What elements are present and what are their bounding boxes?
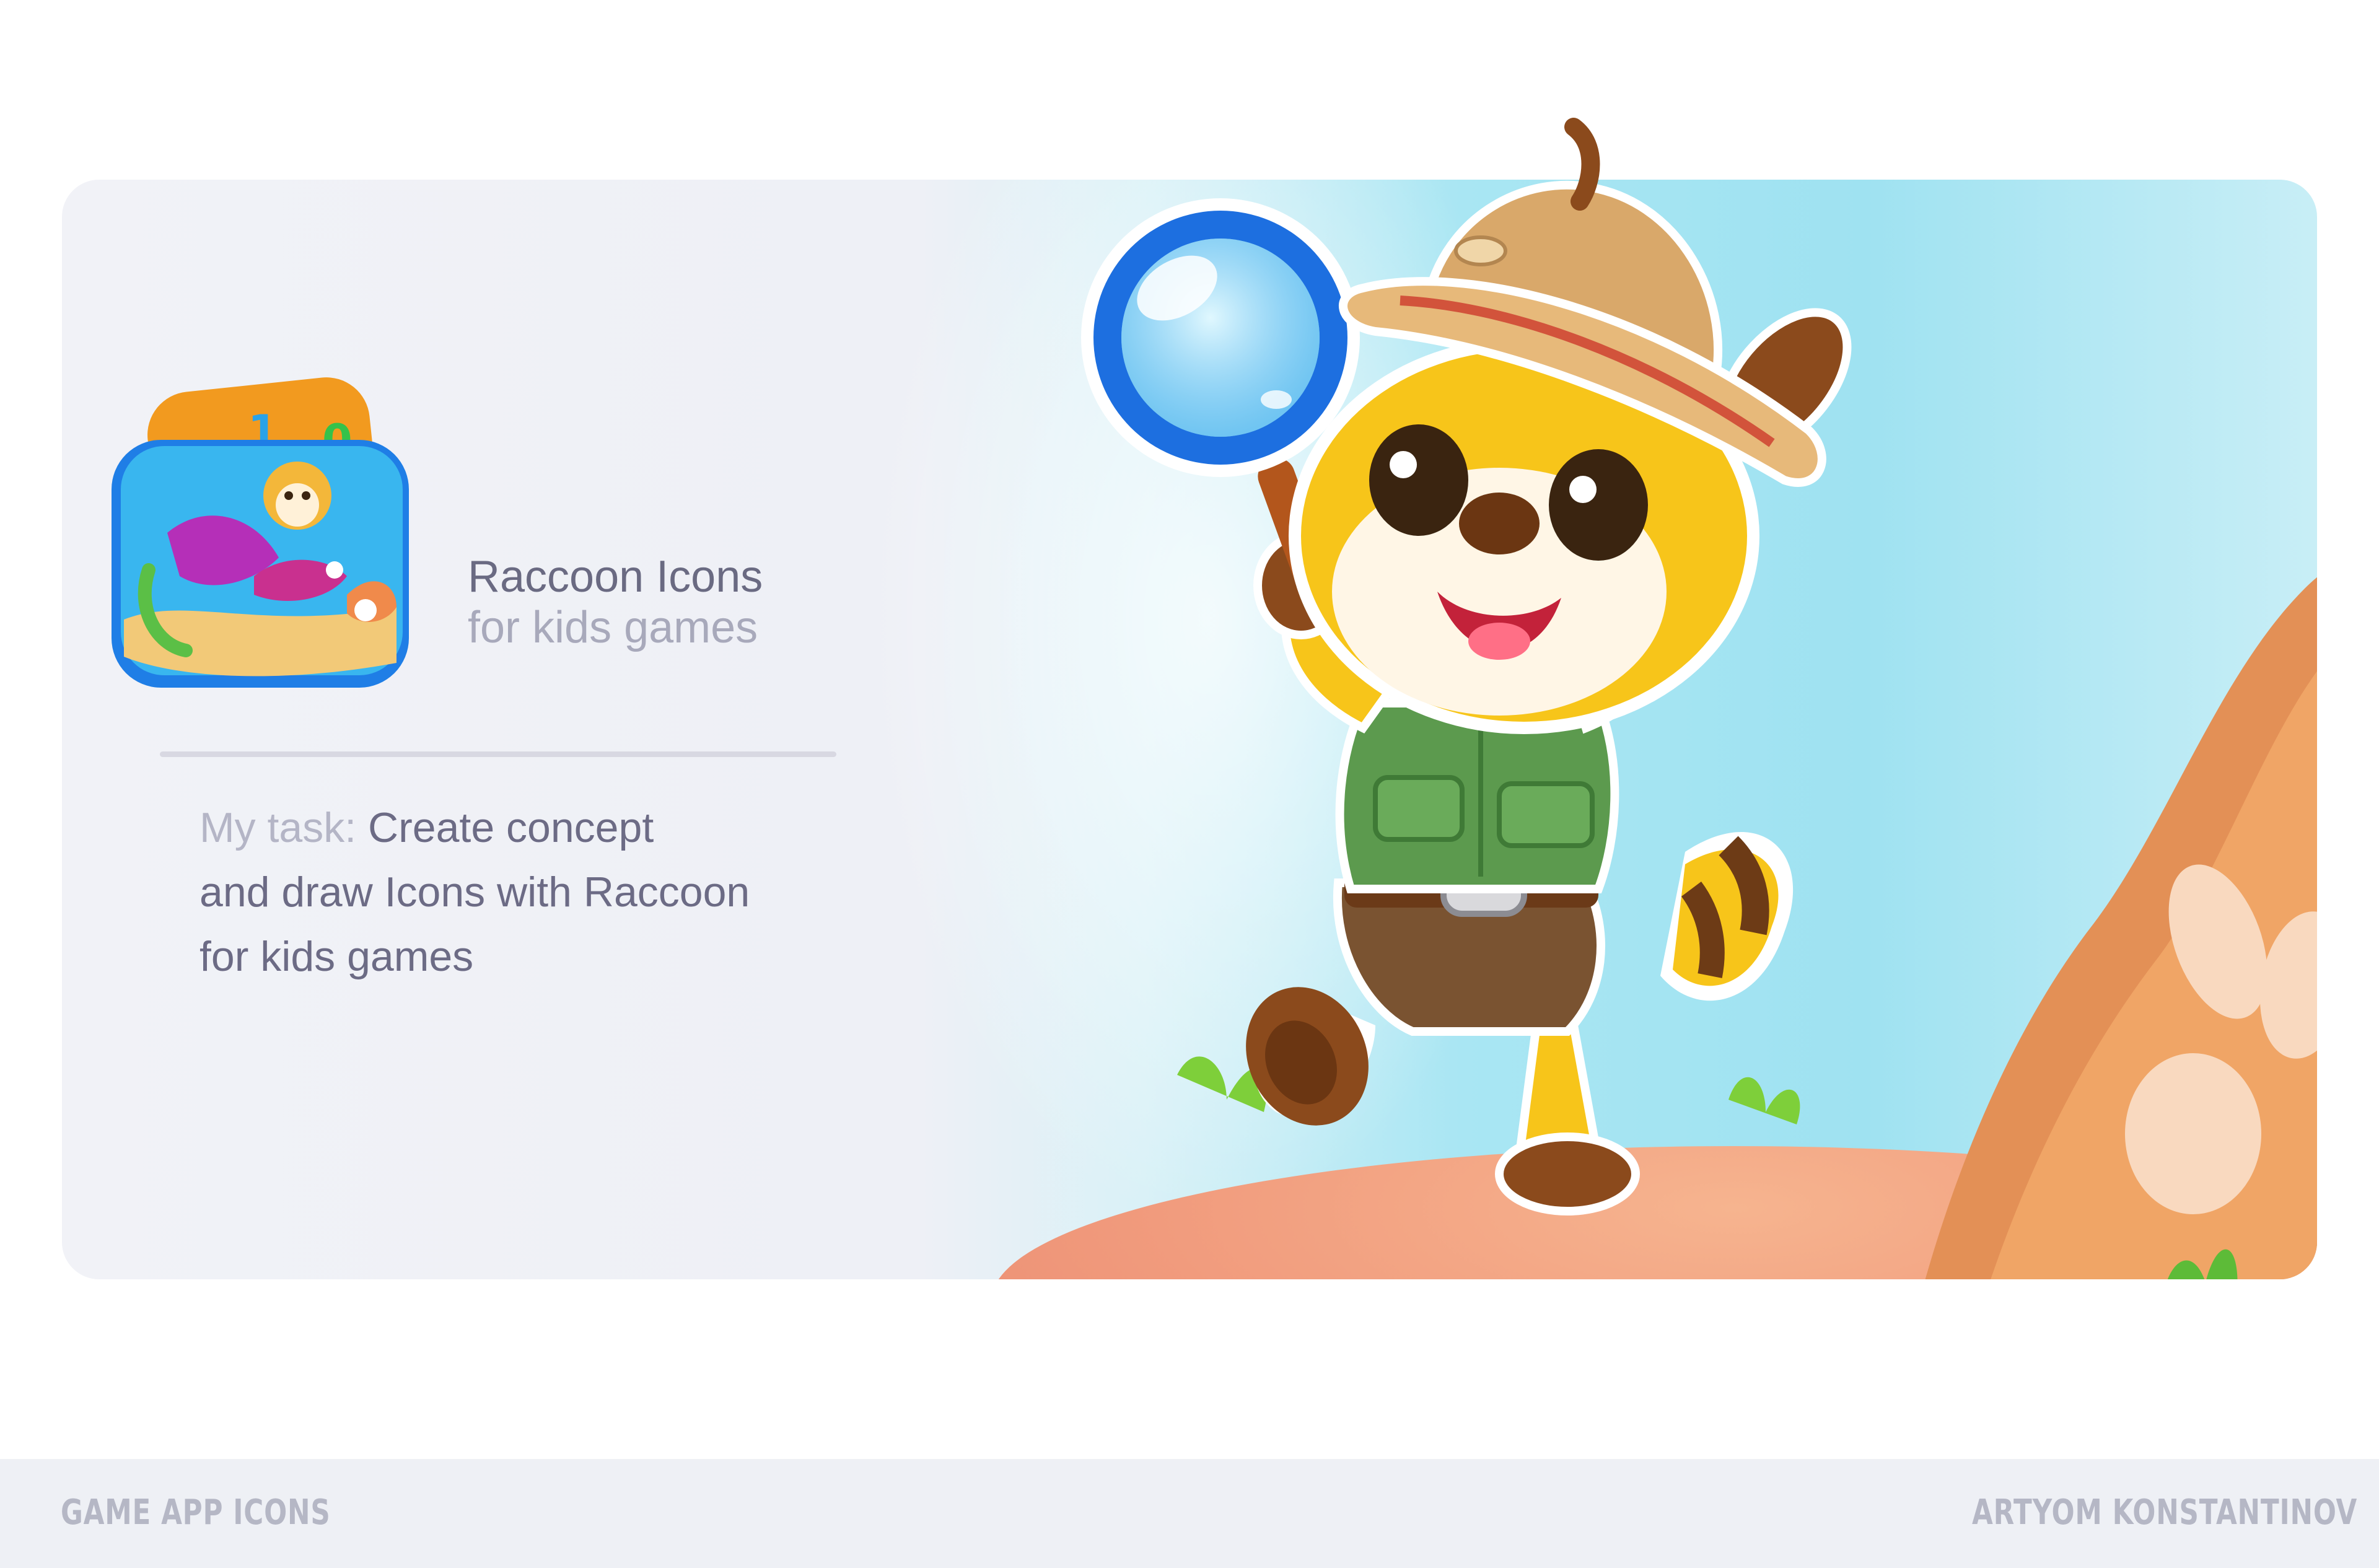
grass-tuft-right: [1728, 1077, 1800, 1124]
divider: [160, 751, 836, 757]
task-line-1: My task: Create concept: [199, 795, 850, 860]
footer-author-name: ARTYOM KONSTANTINOV: [1972, 1492, 2358, 1533]
raccoon-eye-right: [1549, 449, 1648, 561]
shirt-pocket-right: [1497, 781, 1595, 848]
card-subtitle: for kids games: [468, 603, 758, 652]
footer-project-title: GAME APP ICONS: [61, 1492, 331, 1533]
task-text-1: Create concept: [368, 804, 654, 851]
app-icon-stack: 1 0: [112, 377, 409, 688]
task-label: My task:: [199, 804, 357, 851]
raccoon-nose: [1459, 493, 1540, 554]
card-title: Raccoon Icons: [468, 552, 763, 602]
raccoon-eye-left: [1369, 424, 1468, 536]
task-line-2: and draw Icons with Raccoon: [199, 869, 750, 916]
raccoon-explorer-illustration: [1081, 118, 1852, 1215]
shirt-pocket-left: [1373, 775, 1465, 842]
task-description: My task: Create concept and draw Icons w…: [199, 795, 850, 989]
task-line-3: for kids games: [199, 933, 474, 980]
raccoon-tail: [1660, 832, 1794, 1001]
raccoon-shirt: [1335, 699, 1619, 893]
